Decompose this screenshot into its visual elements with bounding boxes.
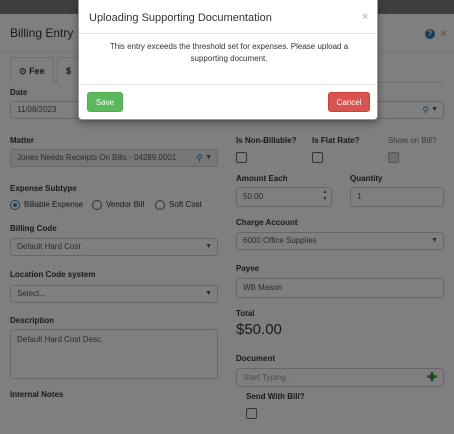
modal-header-divider (79, 33, 377, 34)
close-icon[interactable]: × (362, 11, 368, 23)
modal-message: This entry exceeds the threshold set for… (109, 42, 349, 63)
save-button[interactable]: Save (87, 92, 123, 112)
modal-title: Uploading Supporting Documentation (89, 12, 272, 24)
upload-documentation-modal: Uploading Supporting Documentation × Thi… (78, 0, 378, 120)
cancel-button[interactable]: Cancel (328, 92, 370, 112)
modal-footer-divider (79, 84, 377, 85)
